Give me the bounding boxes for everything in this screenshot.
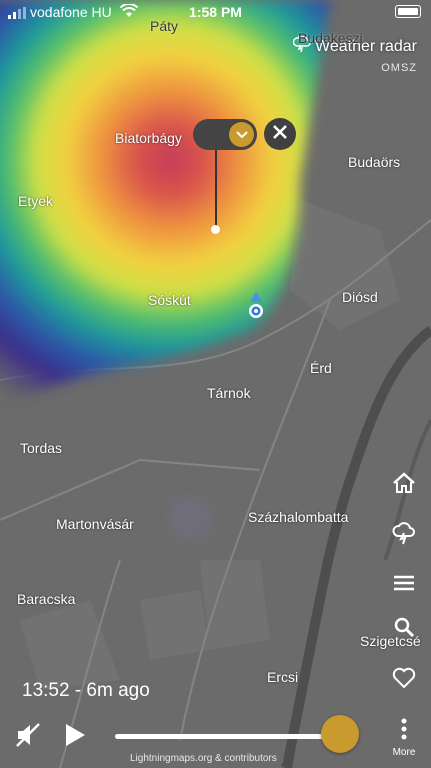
clock: 1:58 PM [189, 4, 242, 20]
place-label: Páty [150, 18, 179, 34]
place-label: Tárnok [207, 385, 251, 401]
radar-source: OMSZ [381, 62, 417, 74]
more-label: More [392, 747, 416, 758]
close-button[interactable] [264, 118, 296, 150]
frame-timestamp: 13:52 - 6m ago [22, 680, 150, 701]
battery-icon [395, 5, 421, 18]
search-button[interactable] [389, 614, 419, 644]
map-credit: Lightningmaps.org & contributors [130, 753, 277, 764]
map-canvas[interactable] [0, 0, 431, 768]
place-label: Diósd [342, 289, 378, 305]
play-icon [64, 723, 86, 752]
home-button[interactable] [389, 470, 419, 500]
marker-toggle[interactable] [193, 119, 257, 150]
chevron-down-icon [229, 122, 254, 147]
more-vertical-icon [401, 718, 407, 745]
place-label: Ercsi [267, 669, 299, 685]
place-label: Budakeszi [298, 30, 363, 46]
play-button[interactable] [60, 722, 90, 752]
place-label: Budaörs [348, 154, 401, 170]
place-label: Sóskút [148, 292, 191, 308]
heart-icon [392, 667, 416, 694]
timeline-track[interactable] [115, 734, 345, 739]
favorites-button[interactable] [389, 665, 419, 695]
status-bar: vodafone HU 1:58 PM [0, 0, 431, 24]
place-label: Biatorbágy [115, 130, 182, 146]
storm-layer-button[interactable] [389, 520, 419, 550]
storm-icon [392, 521, 416, 550]
place-label: Baracska [17, 591, 76, 607]
search-icon [393, 616, 415, 643]
home-icon [392, 471, 416, 499]
marker-stem [215, 146, 217, 228]
menu-button[interactable] [389, 570, 419, 600]
mute-button[interactable] [14, 722, 44, 752]
more-button[interactable]: More [389, 718, 419, 758]
menu-icon [393, 575, 415, 596]
marker-point[interactable] [211, 225, 220, 234]
sound-off-icon [15, 722, 43, 753]
place-label: Etyek [18, 193, 54, 209]
current-location-icon [246, 292, 266, 327]
place-label: Martonvásár [56, 516, 134, 532]
place-label: Százhalombatta [248, 509, 349, 525]
place-label: Érd [310, 360, 332, 376]
place-label: Tordas [20, 440, 63, 456]
close-icon [272, 124, 288, 145]
